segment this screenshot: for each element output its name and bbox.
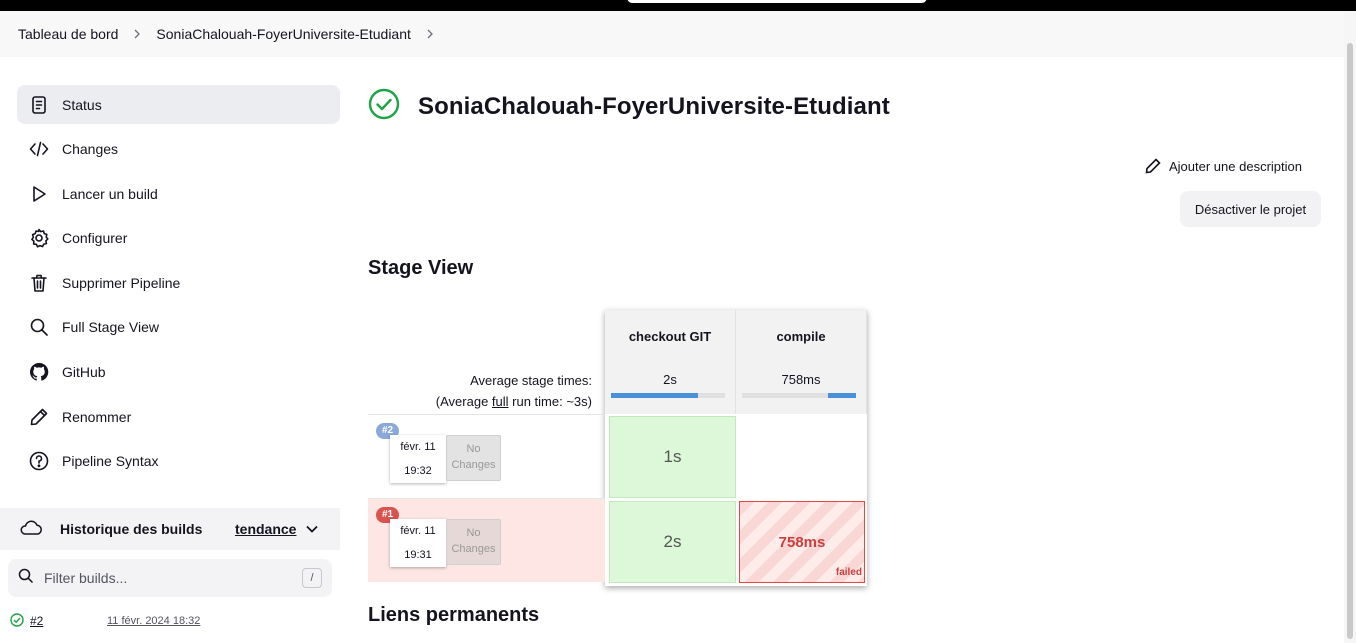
run-time: 19:31 [404,549,432,561]
run-time: 19:32 [404,465,432,477]
stage-view-title: Stage View [368,257,474,279]
sidebar: Status Changes Lancer un build Configure… [17,85,340,486]
success-icon [10,612,24,630]
sidebar-item-label: Renommer [62,408,132,425]
sidebar-item-label: Pipeline Syntax [62,453,159,470]
sidebar-item-full-stage-view[interactable]: Full Stage View [17,308,340,347]
page-title-block: SoniaChalouah-FoyerUniversite-Etudiant [368,88,890,125]
chevron-right-icon [132,29,142,39]
avg-time-bar [611,393,725,398]
status-icon [28,94,50,116]
search-icon [18,568,34,589]
sidebar-item-rename[interactable]: Renommer [17,397,340,436]
add-description-link[interactable]: Ajouter une description [1145,158,1302,174]
pencil-icon [28,406,50,428]
stage-cell-success[interactable]: 1s [609,416,736,498]
build-history-row[interactable]: #2 11 févr. 2024 18:32 [10,611,340,631]
chevron-down-icon[interactable] [305,522,319,539]
stage-duration: 758ms [778,533,826,551]
success-icon [368,88,400,125]
run-row-1: #1 févr. 11 19:31 No Changes [368,498,605,582]
stage-header-checkout: checkout GIT [605,310,736,362]
run-date: févr. 11 [400,441,436,453]
breadcrumb-dashboard[interactable]: Tableau de bord [18,26,118,42]
average-full-suffix: run time: ~3s) [508,394,592,409]
sidebar-item-status[interactable]: Status [17,85,340,124]
sidebar-item-pipeline-syntax[interactable]: Pipeline Syntax [17,442,340,481]
avg-time-compile: 758ms [736,362,867,414]
scrollbar[interactable] [1344,11,1356,643]
top-header-bar [0,0,1356,11]
breadcrumb-project[interactable]: SoniaChalouah-FoyerUniversite-Etudiant [156,26,410,42]
no-changes-box: No Changes [446,435,501,481]
stage-cell-success[interactable]: 2s [609,501,736,583]
breadcrumb: Tableau de bord SoniaChalouah-FoyerUnive… [0,11,1344,57]
permalinks-title: Liens permanents [368,604,540,626]
sidebar-item-label: Lancer un build [62,185,158,202]
sidebar-item-github[interactable]: GitHub [17,353,340,392]
build-number-link[interactable]: #2 [30,614,43,628]
build-history-title: Historique des builds [60,521,203,537]
sidebar-item-build[interactable]: Lancer un build [17,174,340,213]
failed-label: failed [835,567,862,578]
stage-header-compile: compile [736,310,867,362]
github-icon [28,361,50,383]
run-datetime: févr. 11 19:31 [390,519,446,567]
run-row-2: #2 févr. 11 19:32 No Changes [368,414,605,498]
disable-project-button[interactable]: Désactiver le projet [1180,191,1321,227]
shortcut-key: / [302,568,322,588]
trend-link[interactable]: tendance [235,521,296,537]
stage-cell-failed[interactable]: 758ms failed [739,501,865,583]
sidebar-item-label: Supprimer Pipeline [62,274,181,291]
avg-time-bar-fill [611,393,698,398]
avg-time-bar-fill [827,393,856,398]
build-date-link[interactable]: 11 févr. 2024 18:32 [107,615,200,627]
build-history-header: Historique des builds tendance [0,508,340,550]
avg-time-checkout: 2s [605,362,736,414]
cloud-icon [18,518,44,541]
filter-builds-input[interactable] [44,570,284,586]
sidebar-item-label: Status [62,96,102,113]
chevron-right-icon[interactable] [425,29,435,39]
pencil-icon [1145,158,1161,174]
avg-time-bar [742,393,856,398]
trash-icon [28,272,50,294]
search-icon [28,316,50,338]
run-date: févr. 11 [400,525,436,537]
sidebar-item-delete[interactable]: Supprimer Pipeline [17,263,340,302]
sidebar-item-label: GitHub [62,364,106,381]
gear-icon [28,227,50,249]
sidebar-item-label: Changes [62,141,119,158]
full-run-link[interactable]: full [492,394,509,409]
sidebar-item-configure[interactable]: Configurer [17,219,340,258]
filter-builds: / [8,559,332,597]
no-changes-box: No Changes [446,519,501,565]
avg-time-value: 758ms [781,372,821,387]
header-search[interactable] [627,0,927,3]
code-icon [28,138,50,160]
play-icon [28,183,50,205]
sidebar-item-changes[interactable]: Changes [17,130,340,169]
help-icon [28,450,50,472]
avg-time-value: 2s [663,372,677,387]
run-datetime: févr. 11 19:32 [390,435,446,483]
add-description-label: Ajouter une description [1169,158,1302,174]
average-full-prefix: (Average [435,394,492,409]
average-stage-times-label: Average stage times: (Average full run t… [368,370,592,412]
sidebar-item-label: Configurer [62,230,128,247]
average-times-text: Average stage times: [470,373,592,388]
page-title: SoniaChalouah-FoyerUniversite-Etudiant [418,92,890,120]
scrollbar-thumb[interactable] [1347,43,1353,639]
sidebar-item-label: Full Stage View [62,319,160,336]
